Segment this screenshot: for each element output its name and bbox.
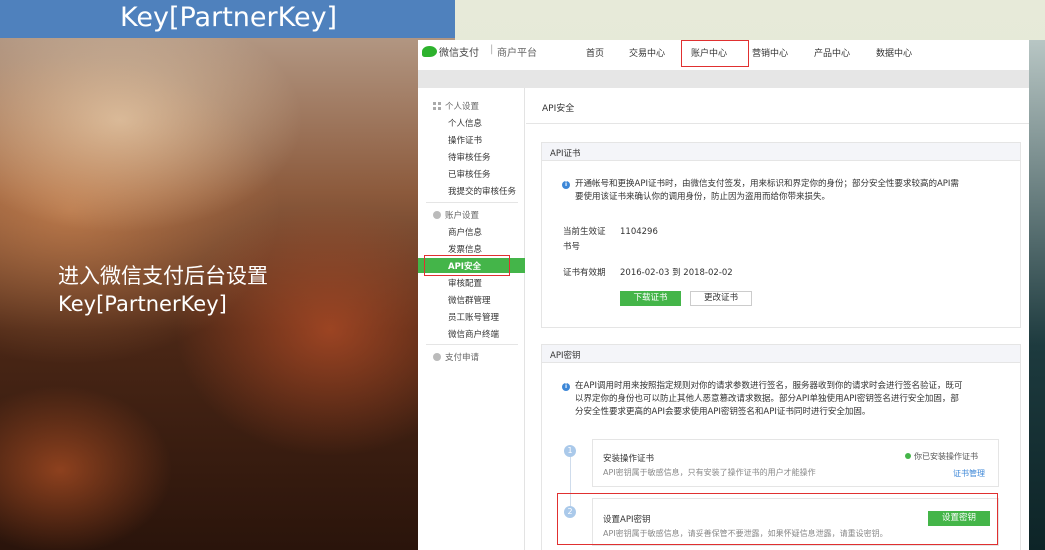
sidebar-item-pending-review[interactable]: 待审核任务 [448,151,491,163]
header-strip [418,70,1029,88]
cert-notice-line1: 开通帐号和更换API证书时，由微信支付签发，用来标识和界定你的身份；部分安全性要… [575,179,959,189]
brand-subtitle: 商户平台 [497,48,537,59]
slide-title: Key[PartnerKey] [120,2,338,33]
sidebar-item-reviewed[interactable]: 已审核任务 [448,168,491,180]
step-install-certificate: 安装操作证书 API密钥属于敏感信息，只有安装了操作证书的用户才能操作 你已安装… [592,439,999,487]
sidebar-group-label: 支付申请 [445,353,480,363]
nav-data-center[interactable]: 数据中心 [876,46,912,59]
slide-background-edge [1028,40,1045,550]
nav-home[interactable]: 首页 [586,46,604,59]
check-icon [433,353,441,361]
sidebar: 个人设置 个人信息 操作证书 待审核任务 已审核任务 我提交的审核任务 账户设置… [418,88,525,550]
slide-caption: 进入微信支付后台设置 Key[PartnerKey] [58,262,268,318]
sidebar-item-invoice-info[interactable]: 发票信息 [448,243,482,255]
step-1-desc: API密钥属于敏感信息，只有安装了操作证书的用户才能操作 [603,468,816,477]
cert-validity-label: 证书有效期 [563,268,606,278]
cert-serial-value: 1104296 [620,227,658,237]
api-security-highlight [424,255,510,276]
sidebar-group-label: 账户设置 [445,211,480,221]
sidebar-divider [426,202,518,203]
slide-caption-line2: Key[PartnerKey] [58,292,227,316]
nav-active-highlight [681,40,749,67]
sidebar-item-operation-cert[interactable]: 操作证书 [448,134,482,146]
grid-icon [433,102,441,110]
sidebar-item-staff-accounts[interactable]: 员工账号管理 [448,311,499,323]
certificate-management-link[interactable]: 证书管理 [953,468,985,479]
sidebar-item-my-submitted[interactable]: 我提交的审核任务 [448,185,516,197]
card-title: API证书 [542,143,1020,161]
sidebar-group-label: 个人设置 [445,102,480,112]
top-navigation: 微信支付 | 商户平台 首页 交易中心 账户中心 营销中心 产品中心 数据中心 [418,40,1029,70]
installed-check-icon [905,453,911,459]
info-icon: i [562,383,570,391]
key-notice-line1: 在API调用时用来按照指定规则对你的请求参数进行签名，服务器收到你的请求时会进行… [575,381,963,391]
merchant-platform-screenshot: 微信支付 | 商户平台 首页 交易中心 账户中心 营销中心 产品中心 数据中心 … [418,40,1029,550]
sidebar-group-account[interactable]: 账户设置 [433,209,479,221]
main-content: API安全 API证书 i 开通帐号和更换API证书时，由微信支付签发，用来标识… [526,88,1029,550]
sidebar-divider [426,344,518,345]
sidebar-item-merchant-terminal[interactable]: 微信商户终端 [448,328,499,340]
sidebar-item-review-config[interactable]: 审核配置 [448,277,482,289]
sidebar-item-wechat-group[interactable]: 微信群管理 [448,294,491,306]
key-notice-line2: 以界定你的身份也可以防止其他人恶意篡改请求数据。部分API单独使用API密钥签名… [575,394,959,404]
step-1-status: 你已安装操作证书 [905,451,978,462]
brand-name: 微信支付 [439,48,479,59]
download-certificate-button[interactable]: 下载证书 [620,291,681,306]
sidebar-group-personal[interactable]: 个人设置 [433,100,479,112]
page-title-divider [526,123,1029,124]
key-notice-line3: 分安全性要求更高的API会要求使用API密钥签名和API证书同时进行安全加固。 [575,407,871,417]
page-title: API安全 [542,104,575,114]
cert-serial-label-line2: 书号 [563,242,581,252]
api-certificate-card: API证书 i 开通帐号和更换API证书时，由微信支付签发，用来标识和界定你的身… [541,142,1021,328]
slide-title-bar: Key[PartnerKey] [0,0,455,38]
gear-icon [433,211,441,219]
nav-marketing-center[interactable]: 营销中心 [752,46,788,59]
step-1-title: 安装操作证书 [603,454,655,464]
nav-transaction-center[interactable]: 交易中心 [629,46,665,59]
sidebar-group-payment-apply[interactable]: 支付申请 [433,351,479,363]
set-key-highlight [557,493,998,545]
cert-validity-value: 2016-02-03 到 2018-02-02 [620,268,733,278]
brand-separator: | [490,44,494,55]
slide-caption-line1: 进入微信支付后台设置 [58,264,268,288]
step-1-status-text: 你已安装操作证书 [914,452,978,461]
cert-serial-label-line1: 当前生效证 [563,227,606,237]
nav-product-center[interactable]: 产品中心 [814,46,850,59]
wechat-pay-logo-icon [422,46,437,57]
sidebar-item-merchant-info[interactable]: 商户信息 [448,226,482,238]
info-icon: i [562,181,570,189]
cert-notice-line2: 要使用该证书来确认你的调用身份，防止因为盗用而给你带来损失。 [575,192,831,202]
sidebar-item-personal-info[interactable]: 个人信息 [448,117,482,129]
change-certificate-button[interactable]: 更改证书 [690,291,752,306]
card-title: API密钥 [542,345,1020,363]
step-1-number: 1 [564,445,576,457]
